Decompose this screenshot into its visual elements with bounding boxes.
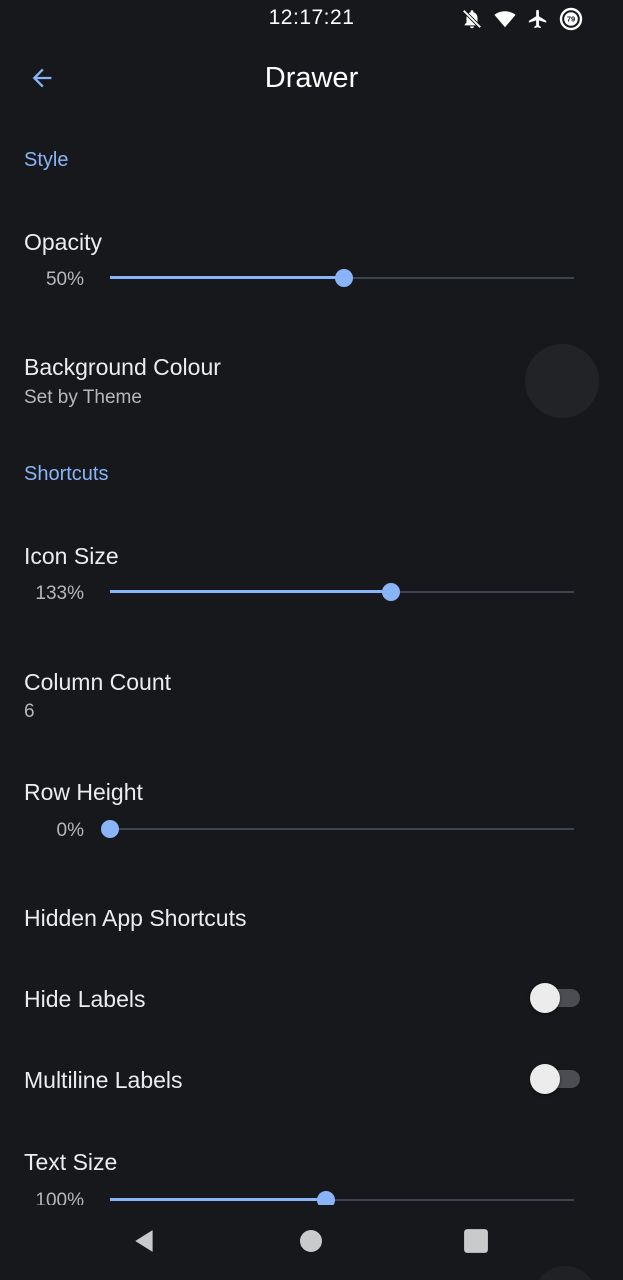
battery-saver-icon: 79 xyxy=(559,7,583,31)
switch-thumb xyxy=(530,983,560,1013)
slider-track xyxy=(110,828,574,830)
background-colour-summary: Set by Theme xyxy=(24,387,142,408)
text-size-preference: Text Size 100% xyxy=(0,1136,623,1205)
airplane-mode-icon xyxy=(527,8,549,30)
battery-level-text: 79 xyxy=(567,15,575,24)
opacity-title: Opacity xyxy=(24,229,102,255)
text-size-value: 100% xyxy=(35,1190,84,1205)
nav-home-icon xyxy=(299,1229,323,1258)
row-height-value: 0% xyxy=(56,820,84,841)
icon-size-preference: Icon Size 133% xyxy=(0,529,623,629)
notifications-off-icon xyxy=(461,8,483,30)
column-count-preference[interactable]: Column Count 6 xyxy=(0,651,623,741)
slider-thumb[interactable] xyxy=(316,1191,335,1205)
page-title: Drawer xyxy=(264,62,359,94)
multiline-labels-preference[interactable]: Multiline Labels xyxy=(0,1049,623,1115)
app-bar: Drawer xyxy=(0,48,623,112)
opacity-value: 50% xyxy=(45,269,84,290)
opacity-preference: Opacity 50% xyxy=(0,215,623,315)
row-height-slider[interactable] xyxy=(101,817,574,841)
multiline-labels-switch[interactable] xyxy=(530,1064,584,1094)
nav-back-icon xyxy=(132,1228,158,1259)
slider-thumb[interactable] xyxy=(335,269,354,287)
status-icons: 79 xyxy=(461,7,583,31)
text-size-slider[interactable] xyxy=(110,1188,574,1205)
opacity-slider[interactable] xyxy=(110,266,574,290)
nav-recents-button[interactable] xyxy=(452,1227,500,1259)
nav-recents-icon xyxy=(463,1228,489,1259)
slider-thumb[interactable] xyxy=(101,820,119,838)
icon-size-title: Icon Size xyxy=(24,543,119,569)
section-header-style: Style xyxy=(24,149,69,171)
slider-thumb[interactable] xyxy=(382,583,401,601)
background-colour-swatch[interactable] xyxy=(525,344,599,418)
column-count-summary: 6 xyxy=(24,701,35,722)
drawer-settings-screen: 12:17:21 79 Drawer Style Opacity 50% Bac… xyxy=(0,0,623,1280)
icon-size-slider[interactable] xyxy=(110,580,574,604)
slider-fill xyxy=(110,1198,326,1201)
hide-labels-title: Hide Labels xyxy=(24,986,146,1012)
slider-fill xyxy=(110,276,345,279)
text-size-title: Text Size xyxy=(24,1149,118,1175)
row-height-preference: Row Height 0% xyxy=(0,766,623,866)
section-header-shortcuts: Shortcuts xyxy=(24,463,109,485)
background-colour-title: Background Colour xyxy=(24,354,221,380)
slider-fill xyxy=(110,590,392,593)
switch-thumb xyxy=(530,1064,560,1094)
settings-list[interactable]: Style Opacity 50% Background Colour Set … xyxy=(0,120,623,1205)
hide-labels-switch[interactable] xyxy=(530,983,584,1013)
navigation-bar xyxy=(0,1205,623,1280)
multiline-labels-title: Multiline Labels xyxy=(24,1067,183,1093)
column-count-title: Column Count xyxy=(24,669,172,695)
icon-size-value: 133% xyxy=(35,583,84,604)
row-height-title: Row Height xyxy=(24,779,143,805)
hidden-app-shortcuts-title: Hidden App Shortcuts xyxy=(24,905,247,931)
hide-labels-preference[interactable]: Hide Labels xyxy=(0,968,623,1034)
hidden-app-shortcuts-preference[interactable]: Hidden App Shortcuts xyxy=(0,886,623,952)
wifi-icon xyxy=(493,8,517,30)
status-bar: 12:17:21 79 xyxy=(0,0,623,38)
nav-back-button[interactable] xyxy=(121,1227,169,1259)
nav-home-button[interactable] xyxy=(287,1227,335,1259)
